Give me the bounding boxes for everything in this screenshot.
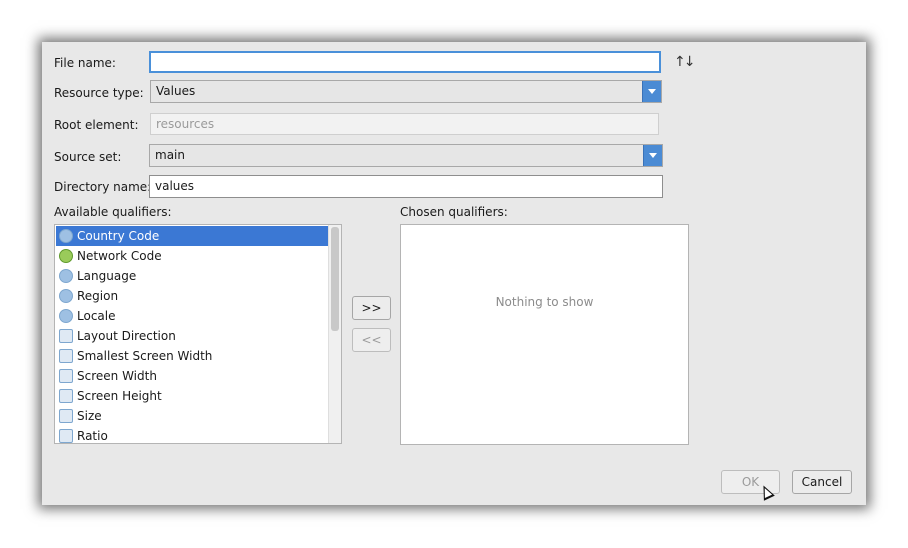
list-item[interactable]: Locale bbox=[56, 306, 329, 326]
empty-state-text: Nothing to show bbox=[495, 295, 594, 309]
list-item[interactable]: Layout Direction bbox=[56, 326, 329, 346]
globe-icon bbox=[59, 229, 73, 243]
resource-type-value: Values bbox=[156, 84, 196, 98]
directory-name-label: Directory name: bbox=[54, 180, 152, 194]
available-qualifiers-label: Available qualifiers: bbox=[54, 205, 172, 219]
file-name-label: File name: bbox=[54, 56, 116, 70]
screen-height-icon bbox=[59, 389, 73, 403]
directory-name-input[interactable]: values bbox=[149, 175, 663, 198]
list-item[interactable]: Smallest Screen Width bbox=[56, 346, 329, 366]
smallest-width-icon bbox=[59, 349, 73, 363]
list-item[interactable]: Ratio bbox=[56, 426, 329, 443]
region-icon bbox=[59, 289, 73, 303]
cancel-button[interactable]: Cancel bbox=[792, 470, 852, 494]
resource-type-label: Resource type: bbox=[54, 86, 144, 100]
source-set-label: Source set: bbox=[54, 150, 122, 164]
list-item[interactable]: Region bbox=[56, 286, 329, 306]
list-item[interactable]: Screen Width bbox=[56, 366, 329, 386]
add-qualifier-button[interactable]: >> bbox=[352, 296, 391, 320]
chosen-qualifiers-label: Chosen qualifiers: bbox=[400, 205, 508, 219]
available-qualifiers-list[interactable]: Country Code Network Code Language Regio… bbox=[54, 224, 342, 444]
size-icon bbox=[59, 409, 73, 423]
root-element-label: Root element: bbox=[54, 118, 139, 132]
layout-direction-icon bbox=[59, 329, 73, 343]
list-item[interactable]: Size bbox=[56, 406, 329, 426]
list-item-label: Ratio bbox=[77, 429, 108, 443]
ratio-icon bbox=[59, 429, 73, 443]
chosen-qualifiers-list[interactable]: Nothing to show bbox=[400, 224, 689, 445]
source-set-select[interactable]: main bbox=[149, 144, 663, 167]
list-item[interactable]: Language bbox=[56, 266, 329, 286]
list-scrollbar[interactable] bbox=[328, 225, 341, 443]
list-item-label: Layout Direction bbox=[77, 329, 176, 343]
list-item[interactable]: Screen Height bbox=[56, 386, 329, 406]
scrollbar-thumb[interactable] bbox=[331, 227, 339, 331]
list-item-label: Locale bbox=[77, 309, 116, 323]
source-set-value: main bbox=[155, 148, 185, 162]
list-item-label: Network Code bbox=[77, 249, 162, 263]
resource-type-select[interactable]: Values bbox=[150, 80, 662, 103]
list-item[interactable]: Network Code bbox=[56, 246, 329, 266]
list-item-label: Smallest Screen Width bbox=[77, 349, 213, 363]
list-item-label: Language bbox=[77, 269, 137, 283]
list-item-label: Screen Width bbox=[77, 369, 157, 383]
network-icon bbox=[59, 249, 73, 263]
remove-qualifier-button[interactable]: << bbox=[352, 328, 391, 352]
list-item-label: Size bbox=[77, 409, 102, 423]
list-item-label: Region bbox=[77, 289, 119, 303]
list-item[interactable]: Country Code bbox=[56, 226, 329, 246]
globe-icon bbox=[59, 269, 73, 283]
locale-icon bbox=[59, 309, 73, 323]
list-item-label: Country Code bbox=[77, 229, 160, 243]
chevron-down-icon[interactable] bbox=[642, 81, 661, 102]
list-item-label: Screen Height bbox=[77, 389, 162, 403]
screen-width-icon bbox=[59, 369, 73, 383]
chevron-down-icon[interactable] bbox=[643, 145, 662, 166]
new-resource-file-dialog: File name: ↑↓ Resource type: Values Root… bbox=[42, 42, 866, 505]
root-element-input: resources bbox=[150, 113, 659, 135]
file-name-input[interactable] bbox=[149, 51, 661, 73]
sort-arrows-icon[interactable]: ↑↓ bbox=[674, 54, 696, 70]
